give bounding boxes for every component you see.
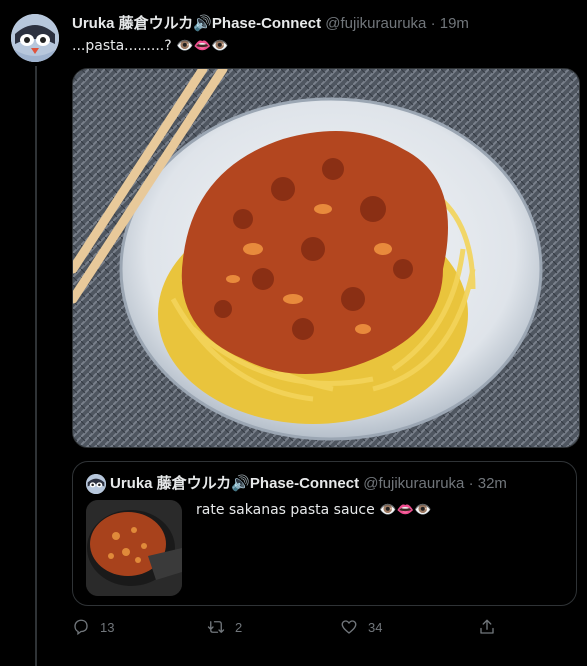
quoted-media-thumbnail[interactable] xyxy=(86,500,182,596)
quoted-author-name: Uruka 藤倉ウルカ🔊Phase-Connect xyxy=(110,475,360,492)
share-icon xyxy=(480,619,494,634)
reply-button[interactable]: 13 xyxy=(72,618,114,636)
tweet-text: ...pasta.........? 👁️👄👁️ xyxy=(72,38,229,54)
tweet-action-bar: 13 2 34 xyxy=(72,618,512,644)
tweet-media-photo[interactable] xyxy=(72,68,580,448)
retweet-icon xyxy=(207,621,225,633)
separator-dot: · xyxy=(468,475,474,492)
reply-count: 13 xyxy=(100,619,115,635)
reply-icon xyxy=(74,619,88,636)
like-button[interactable]: 34 xyxy=(340,618,382,636)
author-name[interactable]: Uruka 藤倉ウルカ🔊Phase-Connect xyxy=(72,15,321,32)
pasta-sauce-pan-photo-icon xyxy=(86,500,182,596)
quoted-header: Uruka 藤倉ウルカ🔊Phase-Connect @fujikurauruka… xyxy=(110,474,507,494)
share-button[interactable] xyxy=(478,618,496,636)
heart-icon xyxy=(341,620,357,634)
retweet-button[interactable]: 2 xyxy=(207,618,242,636)
quoted-author-handle: @fujikurauruka xyxy=(363,475,465,492)
separator-dot: · xyxy=(430,15,436,32)
thread-connector-line xyxy=(35,66,37,666)
tweet-header: Uruka 藤倉ウルカ🔊Phase-Connect @fujikurauruka… xyxy=(72,14,579,34)
quoted-timestamp: 32m xyxy=(477,475,507,492)
retweet-count: 2 xyxy=(235,619,243,635)
author-handle[interactable]: @fujikurauruka xyxy=(325,15,426,32)
like-count: 34 xyxy=(368,619,383,635)
quoted-tweet[interactable]: Uruka 藤倉ウルカ🔊Phase-Connect @fujikurauruka… xyxy=(72,461,577,606)
tweet-timestamp[interactable]: 19m xyxy=(440,15,469,32)
avatar-image-icon xyxy=(11,14,59,62)
avatar[interactable] xyxy=(11,14,59,62)
avatar-image-icon xyxy=(86,474,106,494)
spaghetti-bolognese-photo-icon xyxy=(73,69,579,447)
quoted-tweet-text: rate sakanas pasta sauce 👁️👄👁️ xyxy=(196,502,432,518)
quoted-avatar[interactable] xyxy=(86,474,106,494)
